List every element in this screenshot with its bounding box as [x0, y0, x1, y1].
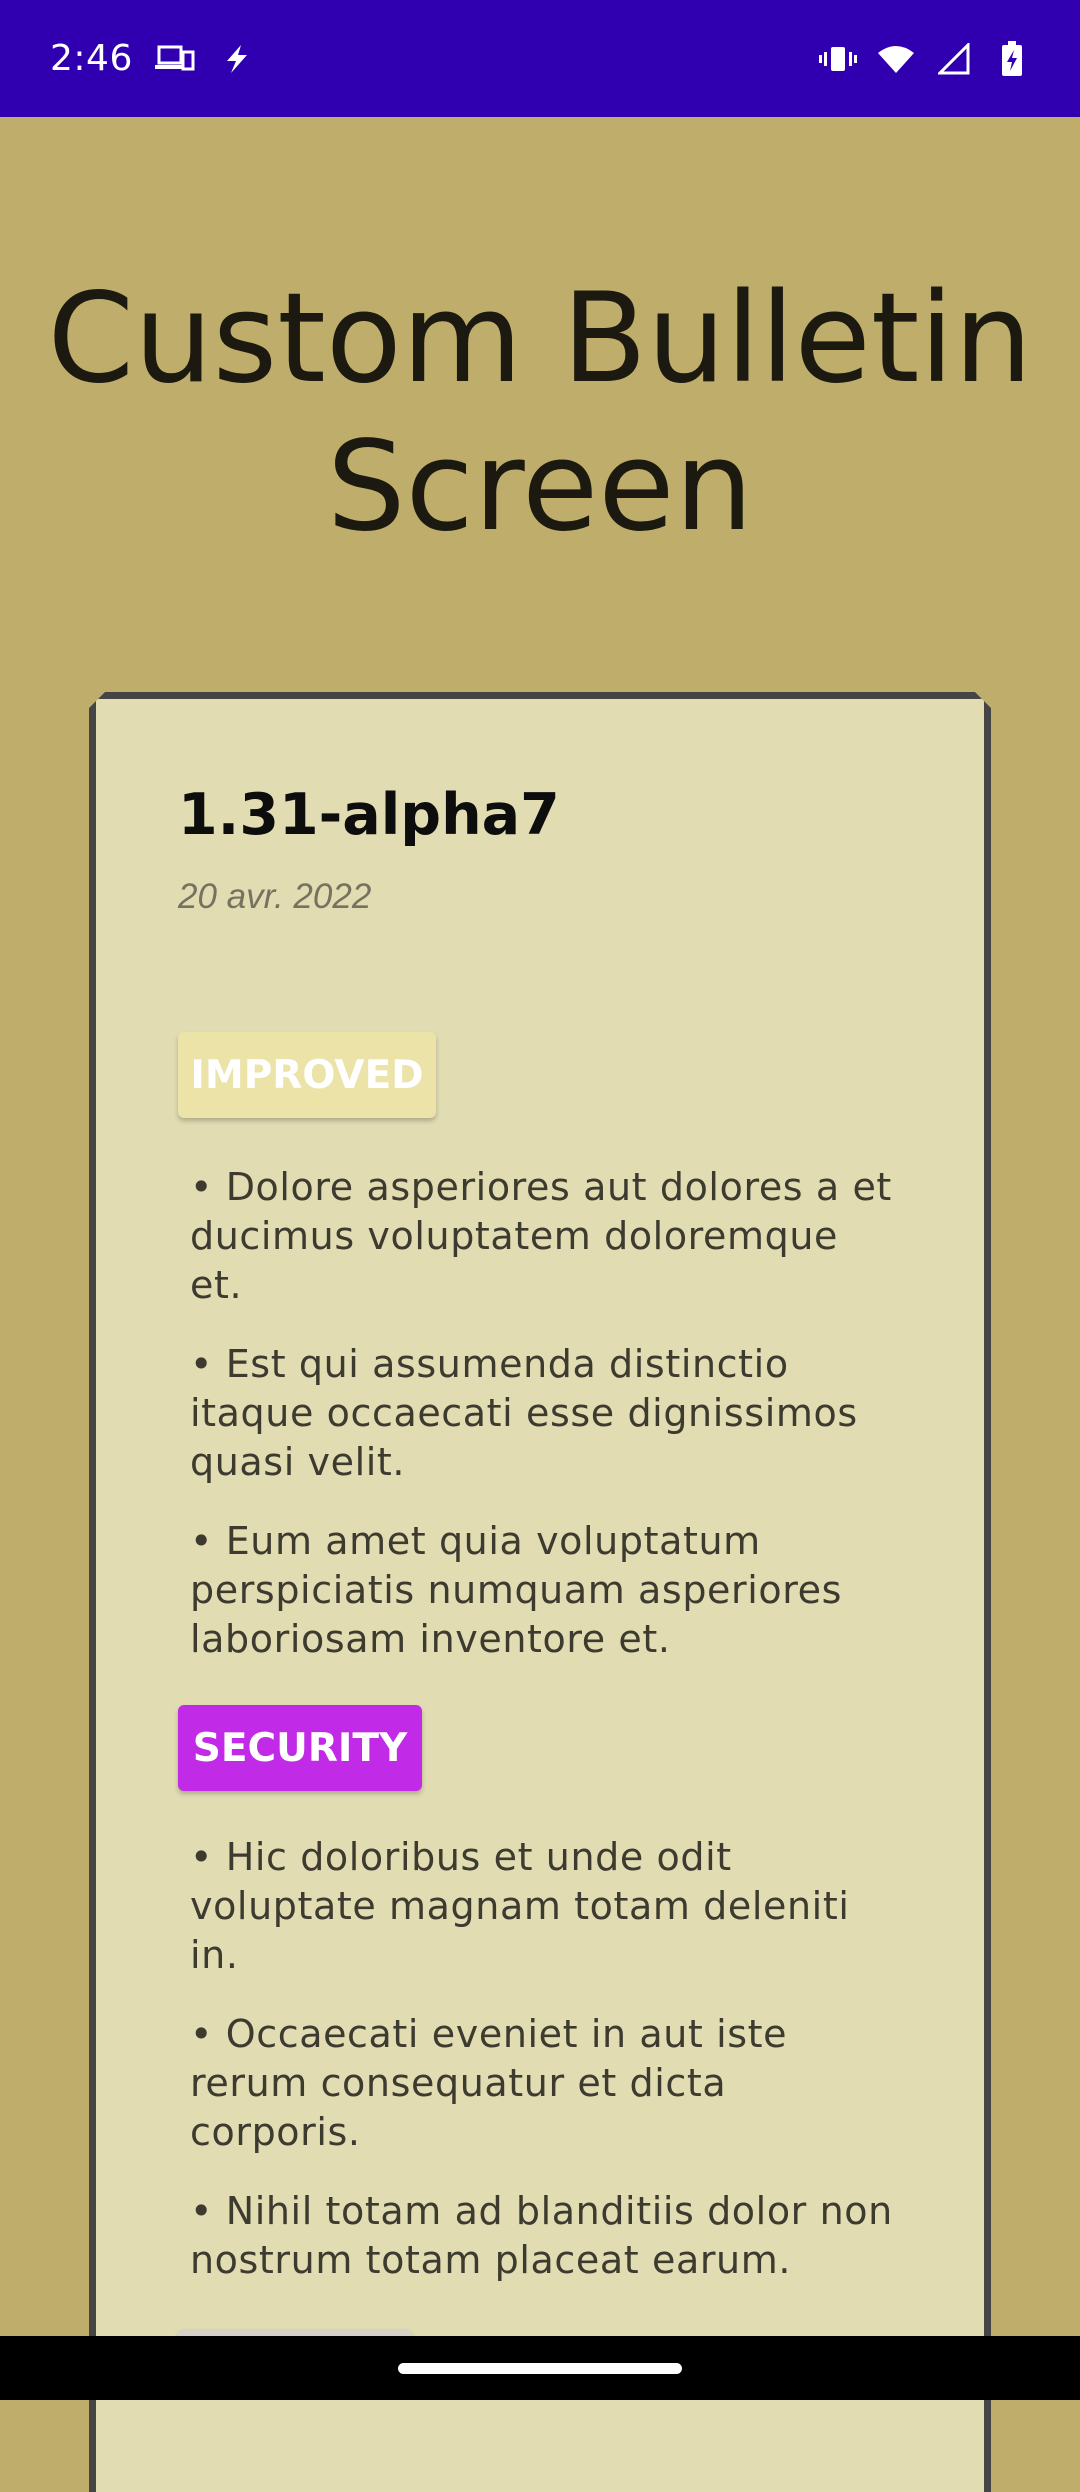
release-date: 20 avr. 2022	[178, 877, 372, 916]
navigation-bar	[0, 2336, 1080, 2400]
signal-icon	[934, 39, 974, 79]
wifi-icon	[876, 39, 916, 79]
version-label: 1.31-alpha7	[178, 782, 560, 848]
bulletin-card: 1.31-alpha7 20 avr. 2022 IMPROVED • Dolo…	[89, 692, 991, 2492]
list-item: • Eum amet quia voluptatum perspiciatis …	[190, 1519, 843, 1661]
list-item: • Occaecati eveniet in aut iste rerum co…	[190, 2012, 788, 2154]
status-bar-left: 2:46	[50, 0, 257, 117]
status-time: 2:46	[50, 38, 133, 79]
battery-charging-icon	[992, 39, 1032, 79]
list-item: • Dolore asperiores aut dolores a et duc…	[190, 1165, 892, 1307]
status-bar-right	[818, 0, 1032, 117]
vibrate-icon	[818, 39, 858, 79]
security-badge: SECURITY	[178, 1705, 422, 1791]
home-gesture-handle[interactable]	[398, 2363, 682, 2374]
security-list: • Hic doloribus et unde odit voluptate m…	[190, 1833, 900, 2315]
page-title: Custom Bulletin Screen	[47, 267, 1033, 559]
list-item: • Hic doloribus et unde odit voluptate m…	[190, 1835, 850, 1977]
flash-icon	[217, 39, 257, 79]
status-bar: 2:46	[0, 0, 1080, 117]
devices-icon	[154, 39, 195, 79]
improved-list: • Dolore asperiores aut dolores a et duc…	[190, 1163, 900, 1694]
improved-badge: IMPROVED	[178, 1032, 436, 1118]
list-item: • Est qui assumenda distinctio itaque oc…	[190, 1342, 858, 1484]
list-item: • Nihil totam ad blanditiis dolor non no…	[190, 2189, 893, 2282]
